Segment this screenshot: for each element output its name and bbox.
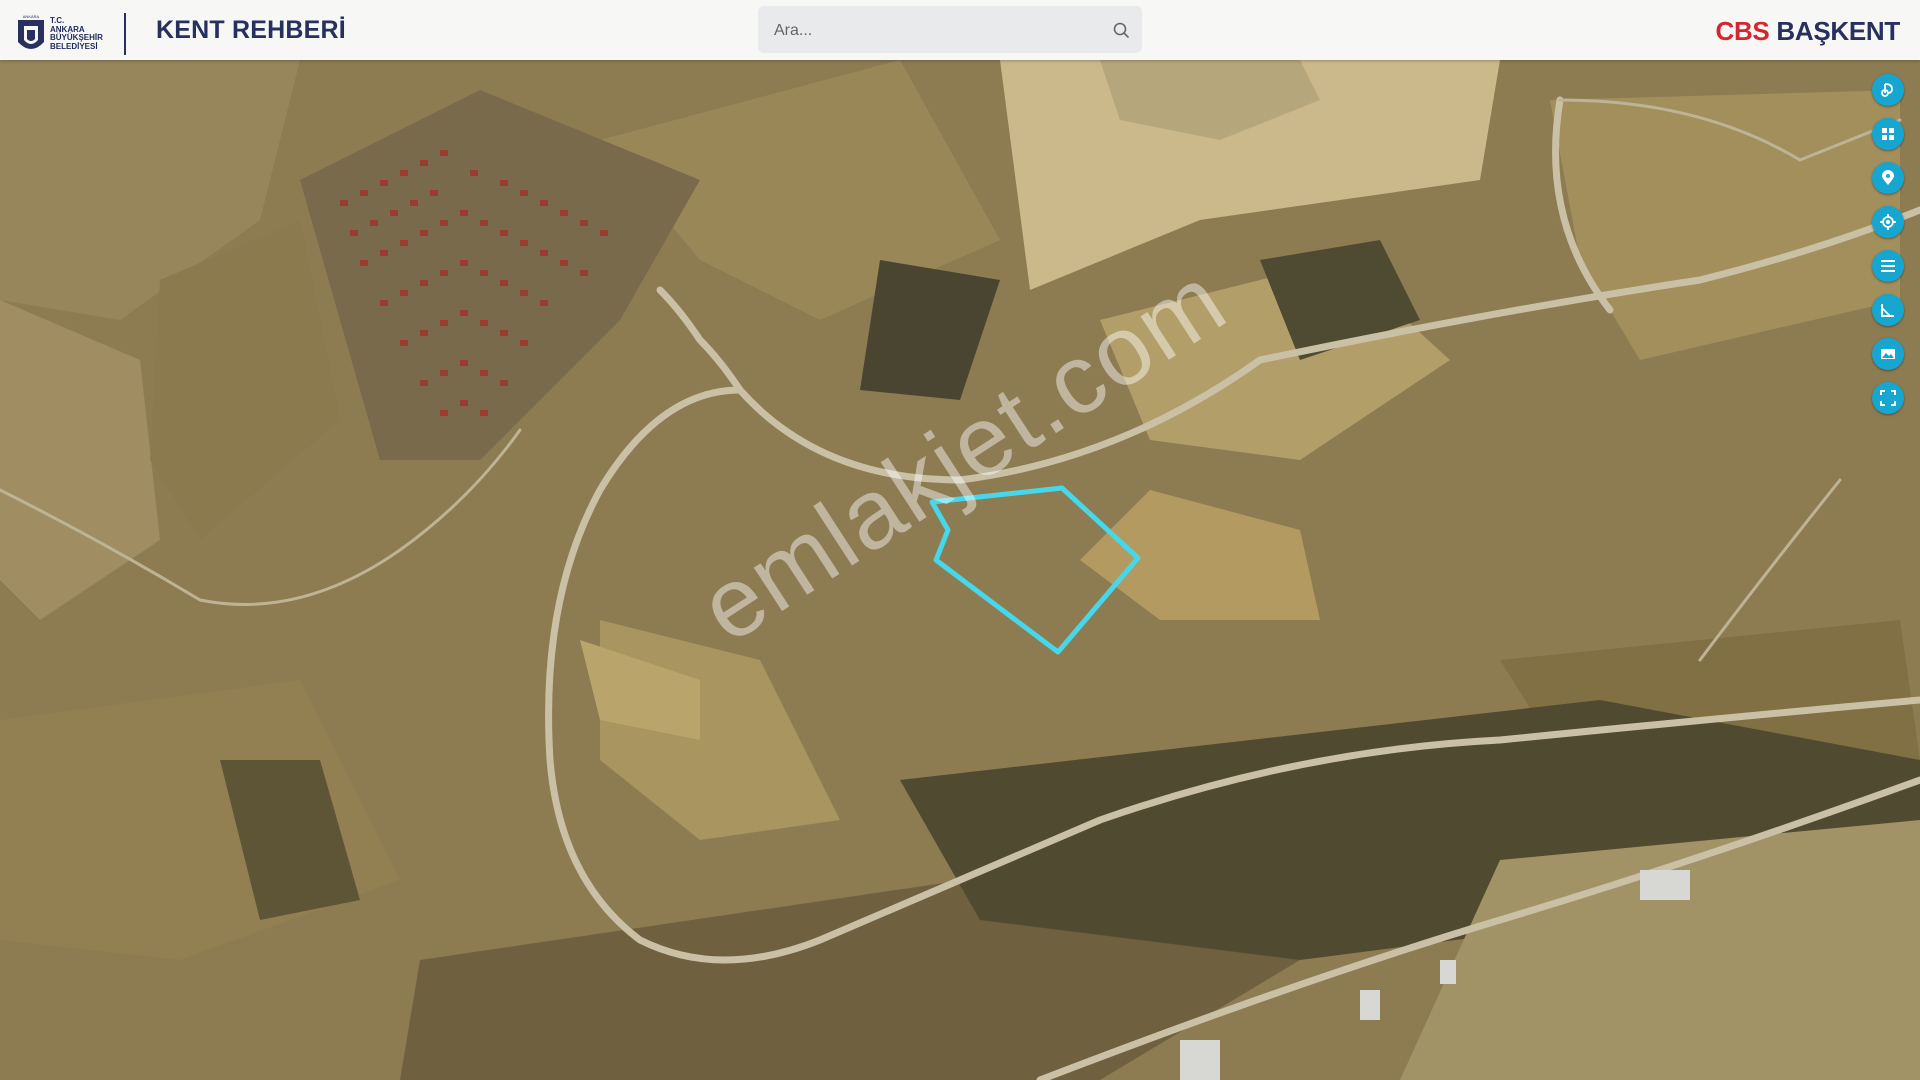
bicycle-route-button[interactable]: [1872, 74, 1904, 106]
bicycle-route-icon: [1881, 83, 1893, 97]
layers-button[interactable]: [1872, 118, 1904, 150]
image-gallery-icon: [1881, 349, 1895, 359]
search-icon[interactable]: [1112, 21, 1130, 39]
ankara-municipality-logo[interactable]: ANKARA T.C. ANKARA BÜYÜKŞEHİR BELEDİYESİ: [16, 12, 103, 56]
fullscreen-icon: [1880, 390, 1896, 406]
measure-icon: [1881, 304, 1894, 317]
map-toolbar: [1872, 74, 1906, 426]
layers-grid-icon: [1882, 128, 1894, 140]
search-box[interactable]: [758, 6, 1142, 53]
measure-button[interactable]: [1872, 294, 1904, 326]
fullscreen-button[interactable]: [1872, 382, 1904, 414]
cbs-baskent-brand[interactable]: CBS BAŞKENT: [1715, 16, 1900, 47]
header-divider: [124, 13, 126, 55]
location-pin-button[interactable]: [1872, 162, 1904, 194]
search-input[interactable]: [772, 19, 1096, 43]
gps-locate-icon: [1880, 214, 1896, 230]
image-gallery-button[interactable]: [1872, 338, 1904, 370]
gps-locate-button[interactable]: [1872, 206, 1904, 238]
logo-line-4: BELEDİYESİ: [50, 41, 98, 51]
satellite-imagery: [0, 60, 1920, 1080]
logo-text: T.C. ANKARA BÜYÜKŞEHİR BELEDİYESİ: [50, 16, 103, 51]
brand-part-1: CBS: [1715, 16, 1770, 46]
menu-list-icon: [1881, 260, 1895, 272]
location-pin-icon: [1882, 170, 1894, 185]
menu-list-button[interactable]: [1872, 250, 1904, 282]
top-bar: ANKARA T.C. ANKARA BÜYÜKŞEHİR BELEDİYESİ…: [0, 0, 1920, 60]
svg-text:ANKARA: ANKARA: [23, 14, 40, 19]
satellite-map[interactable]: emlakjet.com: [0, 60, 1920, 1080]
municipality-emblem-icon: ANKARA: [18, 14, 44, 49]
brand-part-2: BAŞKENT: [1776, 16, 1900, 46]
app-title[interactable]: KENT REHBERİ: [156, 16, 346, 45]
